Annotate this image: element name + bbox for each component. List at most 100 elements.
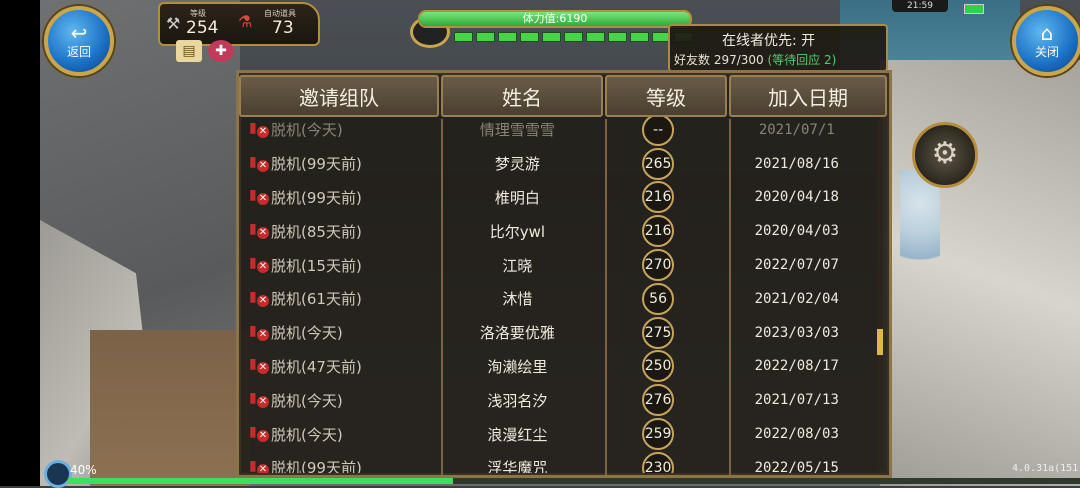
offline-phone-icon: ▮ [249,255,269,275]
date-cell: 2022/08/03 [754,426,839,443]
status-cell: ▮脱机(61天前) [239,288,437,309]
header-invite[interactable]: 邀请组队 [239,75,439,117]
level-badge: 250 [642,350,675,383]
date-cell: 2022/08/17 [754,358,839,375]
level-badge: 276 [642,384,675,417]
status-cell: ▮ 脱机(今天) [239,119,437,140]
name-cell: 洛洛要优雅 [479,324,555,343]
friend-count: 好友数 297/300 (等待回应 2) [674,51,836,68]
level-cell: 250 [598,350,719,383]
name-cell: 沐惜 [502,290,533,309]
column-divider [729,119,731,475]
date-cell: 2022/05/15 [754,459,839,473]
table-header: 邀请组队 姓名 等级 加入日期 [239,73,889,119]
scrollbar[interactable] [877,119,883,469]
status-text: 脱机(85天前) [271,222,362,241]
status-cell: ▮脱机(今天) [239,424,437,445]
back-button-label: 返回 [66,44,91,59]
status-text: 脱机(99天前) [271,188,362,207]
level-cell: 265 [598,147,719,180]
column-divider [605,119,607,475]
level-badge: 230 [642,451,675,473]
status-text: 脱机(今天) [271,391,343,410]
table-row[interactable]: ▮脱机(99天前) 椎明白 216 2020/04/18 [239,181,875,215]
level-cell: 276 [598,384,719,417]
name-cell: 浅羽名汐 [487,391,548,410]
level-cell: 216 [598,215,719,248]
table-row[interactable]: ▮脱机(今天) 浅羽名汐 276 2021/07/13 [239,383,875,417]
level-cell: 275 [598,316,719,349]
level-badge: 275 [642,316,675,349]
status-cell: ▮脱机(99天前) [239,457,437,473]
name-cell: 洵濑绘里 [487,357,548,376]
level-badge: 270 [642,249,675,282]
friend-count-label: 好友数 297/300 [674,53,764,67]
back-button[interactable]: ↩ 返回 [44,6,114,76]
table-row[interactable]: ▮脱机(15天前) 江晓 270 2022/07/07 [239,248,875,282]
screen-edge [0,0,40,486]
offline-phone-icon: ▮ [249,120,269,140]
stamina-meter: 体力值:6190 [410,8,693,48]
online-priority-panel[interactable]: 在线者优先: 开 好友数 297/300 (等待回应 2) [668,24,888,72]
status-text: 脱机(今天) [271,324,343,343]
settings-gears-button[interactable]: ⚙ [912,122,978,188]
level-badge: 265 [642,147,675,180]
offline-phone-icon: ▮ [249,356,269,376]
name-cell: 梦灵游 [494,155,540,174]
back-arrow-icon: ↩ [70,20,88,45]
name-cell: 浪漫红尘 [487,425,548,444]
name-cell: 情理雪雪雪 [479,121,555,140]
status-cell: ▮脱机(85天前) [239,221,437,242]
table-row[interactable]: ▮脱机(85天前) 比尔ywl 216 2020/04/03 [239,214,875,248]
status-text: 脱机(99天前) [271,459,362,473]
friend-list[interactable]: ▮ 脱机(今天) 情理雪雪雪 -- 2021/07/1 ▮脱机(99天前)梦灵游… [239,113,875,473]
date-cell: 2020/04/03 [754,223,839,240]
date-cell: 2021/07/1 [758,121,835,138]
date-cell: 2021/07/13 [754,392,839,409]
gift-icon[interactable]: ✚ [208,40,234,62]
status-cell: ▮脱机(15天前) [239,255,437,276]
pending-count: (等待回应 2) [767,53,837,67]
status-text: 脱机(99天前) [271,155,362,174]
level-cell: 56 [598,282,719,315]
status-cell: ▮脱机(今天) [239,390,437,411]
scrollbar-thumb[interactable] [877,329,883,355]
status-text: 脱机(15天前) [271,256,362,275]
name-cell: 椎明白 [494,188,540,207]
close-button[interactable]: ⌂ 关闭 [1012,6,1080,76]
name-cell: 比尔ywl [489,222,546,241]
table-row[interactable]: ▮脱机(61天前) 沐惜 56 2021/02/04 [239,282,875,316]
online-priority-toggle[interactable]: 在线者优先: 开 [722,30,815,50]
header-name[interactable]: 姓名 [441,75,603,117]
status-cell: ▮脱机(99天前) [239,153,437,174]
date-cell: 2023/03/03 [754,324,839,341]
table-row[interactable]: ▮脱机(今天) 浪漫红尘 259 2022/08/03 [239,417,875,451]
offline-phone-icon: ▮ [249,390,269,410]
date-cell: 2021/02/04 [754,290,839,307]
table-row[interactable]: ▮脱机(99天前) 梦灵游 265 2021/08/16 [239,147,875,181]
table-row[interactable]: ▮脱机(今天) 洛洛要优雅 275 2023/03/03 [239,316,875,350]
level-cell: 270 [598,249,719,282]
level-cell: 216 [598,181,719,214]
header-level[interactable]: 等级 [605,75,727,117]
header-date[interactable]: 加入日期 [729,75,887,117]
status-text: 脱机(47天前) [271,357,362,376]
status-text: 脱机(61天前) [271,290,362,309]
progress-fill [68,478,453,484]
level-cell: 230 [598,451,719,473]
download-progress-bar [68,478,1080,484]
table-row[interactable]: ▮脱机(99天前) 浮华魔咒 230 2022/05/15 [239,451,875,473]
ticket-icon[interactable]: ▤ [176,40,202,62]
offline-phone-icon: ▮ [249,323,269,343]
stamina-bar: 体力值:6190 [418,10,692,28]
status-cell: ▮脱机(99天前) [239,187,437,208]
offline-phone-icon: ▮ [249,424,269,444]
character-sprite [900,170,940,280]
level-badge: 259 [642,418,675,451]
floor-tiles [90,330,250,486]
table-row[interactable]: ▮脱机(47天前) 洵濑绘里 250 2022/08/17 [239,350,875,384]
offline-phone-icon: ▮ [249,289,269,309]
status-cell: ▮脱机(47天前) [239,356,437,377]
close-button-label: 关闭 [1034,44,1059,59]
level-badge: 216 [642,181,675,214]
